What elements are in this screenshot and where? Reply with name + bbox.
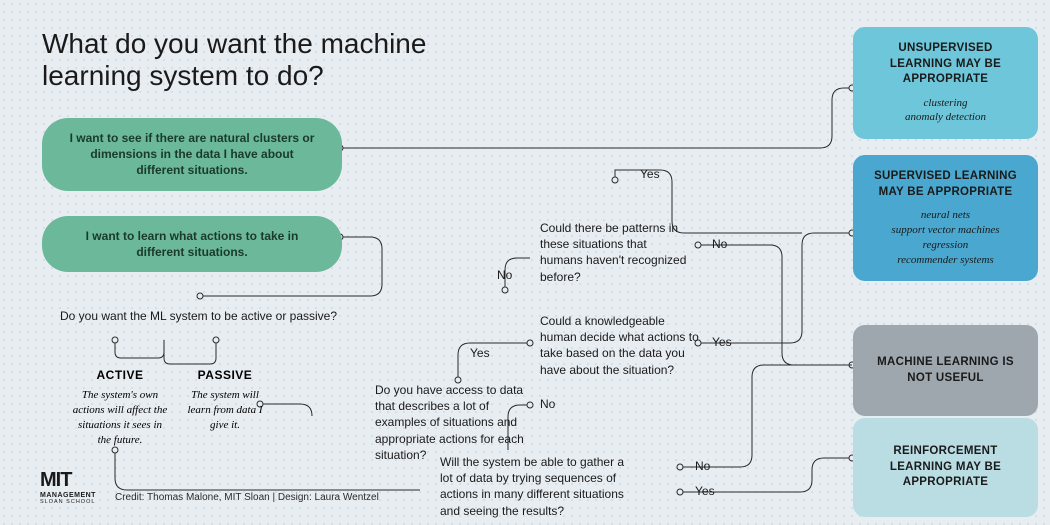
question-human-decide: Could a knowledgeable human decide what … xyxy=(540,313,700,378)
result-supervised-title: SUPERVISED LEARNING MAY BE APPROPRIATE xyxy=(869,169,1022,200)
question-active-passive: Do you want the ML system to be active o… xyxy=(60,308,337,324)
choice-passive-head: PASSIVE xyxy=(180,368,270,382)
ans-patterns-no: No xyxy=(712,237,727,251)
result-reinforcement-title: REINFORCEMENT LEARNING MAY BE APPROPRIAT… xyxy=(869,444,1022,491)
logo-sloan: SLOAN SCHOOL xyxy=(40,499,96,505)
ans-human-no: No xyxy=(497,268,512,282)
ans-patterns-yes: Yes xyxy=(640,167,660,181)
ans-gather-no: No xyxy=(695,459,710,473)
ans-have-data-yes: Yes xyxy=(470,346,490,360)
option-clusters: I want to see if there are natural clust… xyxy=(42,118,342,191)
question-gather: Will the system be able to gather a lot … xyxy=(440,454,630,519)
result-not-useful-title: MACHINE LEARNING IS NOT USEFUL xyxy=(869,355,1022,386)
result-unsupervised-sub: clustering anomaly detection xyxy=(869,96,1022,126)
result-reinforcement: REINFORCEMENT LEARNING MAY BE APPROPRIAT… xyxy=(853,418,1038,517)
choice-passive: PASSIVE The system will learn from data … xyxy=(180,368,270,433)
logo-mit: MIT xyxy=(40,469,96,492)
result-unsupervised-title: UNSUPERVISED LEARNING MAY BE APPROPRIATE xyxy=(869,41,1022,88)
choice-active: ACTIVE The system's own actions will aff… xyxy=(70,368,170,447)
option-actions: I want to learn what actions to take in … xyxy=(42,216,342,272)
result-not-useful: MACHINE LEARNING IS NOT USEFUL xyxy=(853,325,1038,416)
choice-active-head: ACTIVE xyxy=(70,368,170,382)
ans-gather-yes: Yes xyxy=(695,484,715,498)
result-unsupervised: UNSUPERVISED LEARNING MAY BE APPROPRIATE… xyxy=(853,27,1038,139)
result-supervised-sub: neural nets support vector machines regr… xyxy=(869,208,1022,267)
ans-have-data-no: No xyxy=(540,397,555,411)
logo-management: MANAGEMENT xyxy=(40,492,96,499)
ans-human-yes: Yes xyxy=(712,335,732,349)
choice-active-sub: The system's own actions will affect the… xyxy=(70,388,170,447)
choice-passive-sub: The system will learn from data I give i… xyxy=(180,388,270,433)
mit-logo: MIT MANAGEMENT SLOAN SCHOOL xyxy=(40,469,96,505)
credit-line: Credit: Thomas Malone, MIT Sloan | Desig… xyxy=(115,492,379,503)
result-supervised: SUPERVISED LEARNING MAY BE APPROPRIATE n… xyxy=(853,155,1038,281)
question-have-data: Do you have access to data that describe… xyxy=(375,382,530,463)
page-title: What do you want the machine learning sy… xyxy=(42,28,442,92)
question-patterns: Could there be patterns in these situati… xyxy=(540,220,690,285)
